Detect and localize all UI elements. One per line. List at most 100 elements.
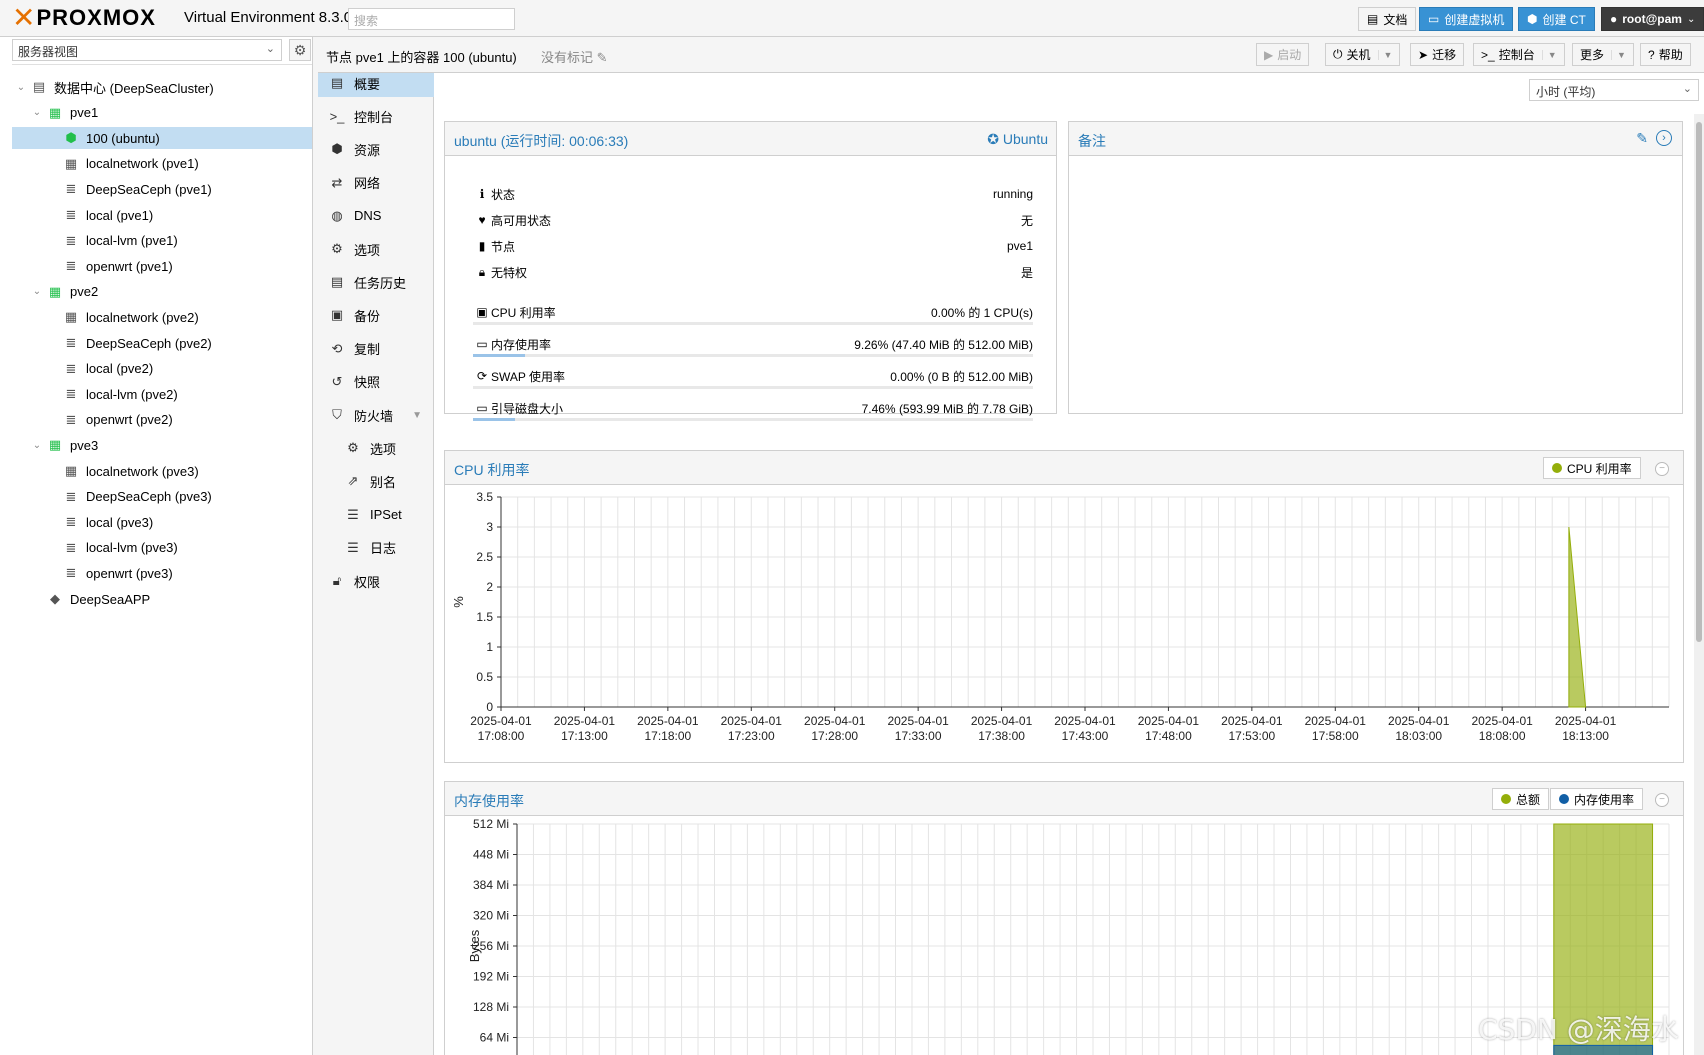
x-tick-date: 2025-04-01	[1388, 714, 1450, 728]
x-tick-date: 2025-04-01	[721, 714, 783, 728]
legend-total[interactable]: 总额	[1492, 788, 1550, 810]
nav-item[interactable]: ☰ IPSet	[318, 501, 434, 529]
more-button[interactable]: 更多 ▼	[1572, 43, 1634, 66]
container-running-icon: ⬢	[65, 130, 77, 146]
network-grid-icon: ▦	[64, 155, 78, 171]
y-axis-label: %	[451, 596, 466, 608]
nav-item[interactable]: ⟲ 复制	[318, 335, 434, 363]
legend-mem-usage[interactable]: 内存使用率	[1550, 788, 1644, 810]
create-vm-button[interactable]: ▭ 创建虚拟机	[1419, 7, 1514, 31]
notes-title: 备注	[1078, 133, 1106, 149]
tree-item[interactable]: ≣ local-lvm (pve3)	[12, 537, 312, 559]
tree-header: 服务器视图 ⌄ ⚙	[12, 37, 312, 65]
status-label: 节点	[491, 239, 516, 254]
tree-item[interactable]: ≣ DeepSeaCeph (pve2)	[12, 332, 312, 354]
nav-item[interactable]: ⚙ 选项	[318, 434, 434, 462]
nav-item-label: IPSet	[370, 507, 402, 523]
tree-item[interactable]: ≣ openwrt (pve3)	[12, 562, 312, 584]
tags-editor[interactable]: 没有标记 ✎	[541, 47, 608, 66]
x-tick-date: 2025-04-01	[470, 714, 532, 728]
y-tick-label: 384 Mi	[473, 878, 509, 892]
tree-item[interactable]: ⬢ 100 (ubuntu)	[12, 127, 312, 150]
start-button[interactable]: ▶ 启动	[1256, 43, 1310, 66]
legend-dot	[1501, 794, 1511, 804]
tree-item[interactable]: ≣ DeepSeaCeph (pve3)	[12, 486, 312, 508]
tree-item[interactable]: ≣ local (pve2)	[12, 358, 312, 380]
storage-icon: ≣	[65, 488, 77, 504]
tree-item-label: local-lvm (pve2)	[86, 386, 178, 402]
main-scrollbar[interactable]	[1694, 114, 1704, 1055]
migrate-button[interactable]: ➤ 迁移	[1410, 43, 1465, 66]
top-bar: ✕ PROXMOX Virtual Environment 8.3.0 搜索 ▤…	[0, 0, 1704, 37]
edit-icon[interactable]: ✎	[1636, 130, 1648, 147]
view-select[interactable]: 服务器视图 ⌄	[12, 39, 282, 61]
tree-item[interactable]: ⌄ ▤ 数据中心 (DeepSeaCluster)	[12, 76, 312, 98]
tree-item[interactable]: ▦ localnetwork (pve3)	[12, 460, 312, 482]
chevron-down-icon: ⌄	[265, 43, 275, 55]
tree-item-label: 100 (ubuntu)	[86, 130, 160, 146]
nav-item[interactable]: ⇗ 别名	[318, 467, 434, 495]
tree-item[interactable]: ▦ localnetwork (pve2)	[12, 306, 312, 328]
x-tick-date: 2025-04-01	[1054, 714, 1116, 728]
y-tick-label: 64 Mi	[480, 1031, 509, 1045]
gear-icon[interactable]: ⚙	[289, 39, 311, 61]
tree-item[interactable]: ≣ local (pve1)	[12, 204, 312, 226]
expand-toggle-icon[interactable]: ⌄	[30, 107, 44, 118]
nav-item-label: 复制	[354, 342, 381, 358]
nav-item[interactable]: ▤ 任务历史	[318, 268, 434, 296]
tree-item[interactable]: ≣ DeepSeaCeph (pve1)	[12, 178, 312, 200]
nav-item[interactable]: ◍ DNS	[318, 202, 434, 230]
timeframe-select[interactable]: 小时 (平均) ⌄	[1529, 79, 1699, 101]
tree-item[interactable]: ≣ local-lvm (pve2)	[12, 383, 312, 405]
usage-line: ▭ 内存使用率 9.26% (47.40 MiB 的 512.00 MiB)	[473, 334, 1033, 354]
expand-toggle-icon[interactable]: ⌄	[30, 286, 44, 297]
proxmox-logo[interactable]: ✕ PROXMOX	[12, 4, 156, 32]
nav-item[interactable]: ⚙ 选项	[318, 235, 434, 263]
retweet-icon: ⟲	[331, 340, 343, 356]
collapse-icon[interactable]: −	[1655, 462, 1669, 476]
chevron-down-icon[interactable]: ▼	[412, 410, 422, 421]
tree-item[interactable]: ◆ DeepSeaAPP	[12, 588, 312, 610]
nav-item[interactable]: 🔓︎ 权限	[318, 567, 434, 595]
tree-item-label: DeepSeaAPP	[70, 591, 151, 607]
config-nav-panel: ▤ 概要 >_ 控制台 ⬢ 资源 ⇄ 网络 ◍ DNS ⚙ 选项 ▤ 任务历史 ▣ 备份 ⟲ 复制 ↺ 快照 ⛉ 防火墙 ▼…	[318, 37, 434, 1055]
play-icon: ▶	[1264, 47, 1274, 62]
collapse-icon[interactable]: −	[1655, 793, 1669, 807]
x-tick-date: 2025-04-01	[1471, 714, 1533, 728]
nav-item[interactable]: ▣ 备份	[318, 301, 434, 329]
nav-item[interactable]: ☰ 日志	[318, 534, 434, 562]
tree-item[interactable]: ⌄ ▦ pve1	[12, 102, 312, 124]
docs-button[interactable]: ▤ 文档	[1358, 7, 1417, 31]
nav-item[interactable]: ⛉ 防火墙 ▼	[318, 401, 434, 429]
shutdown-button[interactable]: ⏻ 关机 ▼	[1325, 43, 1401, 66]
expand-toggle-icon[interactable]: ⌄	[14, 82, 28, 93]
create-ct-button[interactable]: ⬢ 创建 CT	[1518, 7, 1595, 31]
tree-item[interactable]: ≣ openwrt (pve1)	[12, 255, 312, 277]
user-menu-button[interactable]: ● root@pam ⌄	[1601, 7, 1704, 31]
tree-item[interactable]: ≣ local (pve3)	[12, 511, 312, 533]
tree-item[interactable]: ≣ local-lvm (pve1)	[12, 230, 312, 252]
tree-item[interactable]: ≣ openwrt (pve2)	[12, 409, 312, 431]
status-label: 高可用状态	[491, 213, 552, 228]
legend-cpu[interactable]: CPU 利用率	[1543, 457, 1641, 479]
nav-item[interactable]: >_ 控制台	[318, 102, 434, 130]
console-button[interactable]: >_ 控制台 ▼	[1473, 43, 1565, 66]
search-input[interactable]: 搜索	[348, 8, 515, 30]
status-row: ▮ 节点 pve1	[473, 235, 1033, 257]
expand-toggle-icon[interactable]: ⌄	[30, 440, 44, 451]
scroll-thumb[interactable]	[1696, 122, 1702, 642]
storage-icon: ≣	[65, 565, 77, 581]
nav-item[interactable]: ↺ 快照	[318, 368, 434, 396]
nav-item[interactable]: ⇄ 网络	[318, 169, 434, 197]
list-icon: ☰	[347, 539, 359, 555]
book-icon: ▤	[1367, 12, 1379, 26]
tree-item[interactable]: ⌄ ▦ pve2	[12, 281, 312, 303]
chevron-right-circle-icon[interactable]: ›	[1656, 130, 1672, 146]
help-button[interactable]: ? 帮助	[1640, 43, 1691, 66]
tree-item[interactable]: ⌄ ▦ pve3	[12, 434, 312, 456]
tree-item[interactable]: ▦ localnetwork (pve1)	[12, 153, 312, 175]
cpu-chart-panel: CPU 利用率 CPU 利用率 − 0 0.5 1 1.5 2 2.5 3 3.5 2025-0…	[444, 450, 1684, 763]
cube-icon: ⬢	[1527, 12, 1538, 26]
nav-item[interactable]: ▤ 概要	[318, 69, 434, 97]
nav-item[interactable]: ⬢ 资源	[318, 135, 434, 163]
